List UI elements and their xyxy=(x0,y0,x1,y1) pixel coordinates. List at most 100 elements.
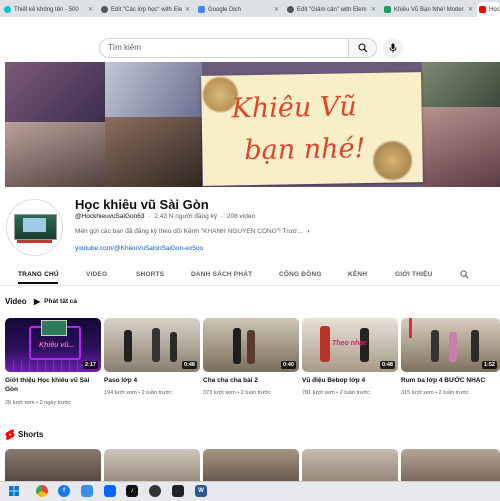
tab-community[interactable]: CỘNG ĐỒNG xyxy=(279,271,322,278)
video-thumbnail[interactable]: 1:52 xyxy=(401,318,500,372)
video-duration: 0:48 xyxy=(379,361,395,369)
tab-videos[interactable]: VIDEO xyxy=(86,271,107,278)
view-count: 315 lượt xem xyxy=(401,390,434,396)
browser-tab[interactable]: Khiêu Vũ Bạn Nhé! Moder ✕ xyxy=(380,2,476,17)
play-all-label: Phát tất cả xyxy=(44,298,78,305)
capcut-icon[interactable] xyxy=(172,485,184,497)
app-icon[interactable] xyxy=(81,485,93,497)
word-icon[interactable]: W xyxy=(195,485,207,497)
view-count: 373 lượt xem xyxy=(203,390,236,396)
windows-start-icon[interactable] xyxy=(8,485,20,497)
video-thumbnail[interactable]: 0:40 xyxy=(203,318,299,372)
browser-tab-label: Edit "Giảm cân" with Elem xyxy=(297,6,367,13)
video-meta: 315 lượt xem • 2 tuần trước xyxy=(401,390,469,396)
video-title[interactable]: Rum ba lớp 4 BƯỚC NHẠC xyxy=(401,376,493,385)
voice-search-button[interactable] xyxy=(383,38,403,58)
view-count: 26 lượt xem xyxy=(5,400,35,406)
video-thumbnail[interactable]: Khiêu vũ... 2:17 xyxy=(5,318,101,372)
facebook-icon[interactable]: f xyxy=(58,485,70,497)
channel-link[interactable]: youtube.com/@KhieuVuSalonSaiGon-ex5uo xyxy=(75,245,203,252)
site-icon xyxy=(384,6,391,13)
search-icon xyxy=(357,43,367,53)
thumbnail-overlay-text: Theo nhạc xyxy=(332,340,368,347)
close-icon[interactable]: ✕ xyxy=(371,6,376,13)
video-meta: 194 lượt xem • 2 tuần trước xyxy=(104,390,172,396)
section-title-shorts: Shorts xyxy=(18,430,44,439)
upload-age: 2 tuần trước xyxy=(438,390,469,396)
app-icon[interactable] xyxy=(149,485,161,497)
browser-tab[interactable]: Edit "Các lớp học" with Ele ✕ xyxy=(97,2,193,17)
video-thumbnail[interactable]: Theo nhạc 0:48 xyxy=(302,318,398,372)
tab-shorts[interactable]: SHORTS xyxy=(136,271,164,278)
view-count: 781 lượt xem xyxy=(302,390,335,396)
elementor-icon xyxy=(287,6,294,13)
video-title[interactable]: Giới thiệu Học khiêu vũ Sài Gòn xyxy=(5,376,97,394)
play-icon: ▶ xyxy=(34,297,41,306)
section-title-videos: Video xyxy=(5,297,27,306)
search-icon[interactable] xyxy=(460,270,469,279)
browser-tab-strip: Thiết kế không tên - 500 ✕ Edit "Các lớp… xyxy=(0,0,500,17)
channel-handle: @HockhieuvuSaiGon63 xyxy=(75,213,145,220)
channel-avatar[interactable] xyxy=(6,199,63,256)
tiktok-icon[interactable]: ♪ xyxy=(126,485,138,497)
video-title[interactable]: Paso lớp 4 xyxy=(104,376,196,385)
chrome-icon[interactable] xyxy=(36,485,48,497)
tab-playlists[interactable]: DANH SÁCH PHÁT xyxy=(191,271,252,278)
banner-title-line2: bạn nhé! xyxy=(244,133,366,167)
canva-icon xyxy=(4,6,11,13)
search-input[interactable]: Tìm kiếm xyxy=(99,38,349,58)
close-icon[interactable]: ✕ xyxy=(88,6,93,13)
tab-home[interactable]: TRANG CHỦ xyxy=(18,271,59,278)
video-duration: 0:48 xyxy=(181,361,197,369)
browser-tab-label: Học xyxy=(489,6,500,13)
google-translate-icon xyxy=(198,6,205,13)
banner-title-line1: Khiêu Vũ xyxy=(231,91,357,125)
channel-description[interactable]: Mến gửi các bạn đã đăng ký theo dõi Kênh… xyxy=(75,228,309,235)
channel-banner: Khiêu Vũ bạn nhé! xyxy=(5,62,500,187)
video-title[interactable]: Vũ điệu Bebop lớp 4 xyxy=(302,376,394,385)
video-meta: 26 lượt xem • 2 ngày trước xyxy=(5,400,72,406)
browser-tab-label: Google Dịch xyxy=(208,6,242,13)
play-all-button[interactable]: ▶ Phát tất cả xyxy=(34,297,77,306)
browser-tab[interactable]: Edit "Giảm cân" with Elem ✕ xyxy=(283,2,379,17)
shorts-icon xyxy=(5,429,15,440)
video-duration: 0:40 xyxy=(280,361,296,369)
view-count: 194 lượt xem xyxy=(104,390,137,396)
close-icon[interactable]: ✕ xyxy=(468,6,473,13)
browser-tab-label: Thiết kế không tên - 500 xyxy=(14,6,79,13)
tab-about[interactable]: GIỚI THIỆU xyxy=(395,271,433,278)
elementor-icon xyxy=(101,6,108,13)
channel-description-text: Mến gửi các bạn đã đăng ký theo dõi Kênh… xyxy=(75,228,303,235)
video-thumbnail[interactable]: 0:48 xyxy=(104,318,200,372)
channel-tabs: TRANG CHỦ VIDEO SHORTS DANH SÁCH PHÁT CỘ… xyxy=(0,263,500,286)
microphone-icon xyxy=(389,43,397,53)
upload-age: 2 tuần trước xyxy=(141,390,172,396)
close-icon[interactable]: ✕ xyxy=(274,6,279,13)
active-tab-indicator xyxy=(18,282,58,284)
browser-tab[interactable]: Thiết kế không tên - 500 ✕ xyxy=(0,2,96,17)
upload-age: 2 tuần trước xyxy=(339,390,370,396)
video-title[interactable]: Cha cha cha bài 2 xyxy=(203,376,295,385)
upload-age: 2 tuần trước xyxy=(240,390,271,396)
video-meta: 373 lượt xem • 2 tuần trước xyxy=(203,390,271,396)
channel-name: Học khiêu vũ Sài Gòn xyxy=(75,197,209,212)
browser-tab-label: Edit "Các lớp học" with Ele xyxy=(111,6,183,13)
upload-age: 2 ngày trước xyxy=(39,400,72,406)
browser-tab-active[interactable]: Học xyxy=(477,2,500,17)
search-button[interactable] xyxy=(348,38,377,58)
tab-channels[interactable]: KÊNH xyxy=(348,271,367,278)
video-count: 208 video xyxy=(226,213,256,220)
youtube-icon xyxy=(479,6,486,13)
thumbnail-overlay-text: Khiêu vũ... xyxy=(39,342,75,349)
browser-tab-label: Khiêu Vũ Bạn Nhé! Moder xyxy=(394,6,464,13)
subscriber-count: 2,43 N người đăng ký xyxy=(154,213,218,220)
channel-meta: @HockhieuvuSaiGon63 · 2,43 N người đăng … xyxy=(75,213,256,220)
browser-tab[interactable]: Google Dịch ✕ xyxy=(194,2,282,17)
video-duration: 2:17 xyxy=(82,361,98,369)
os-taskbar: f ♪ W xyxy=(0,481,500,501)
video-duration: 1:52 xyxy=(481,361,497,369)
banner-title-card: Khiêu Vũ bạn nhé! xyxy=(201,72,423,186)
chevron-right-icon: › xyxy=(307,228,310,235)
close-icon[interactable]: ✕ xyxy=(185,6,190,13)
zalo-icon[interactable] xyxy=(104,485,116,497)
